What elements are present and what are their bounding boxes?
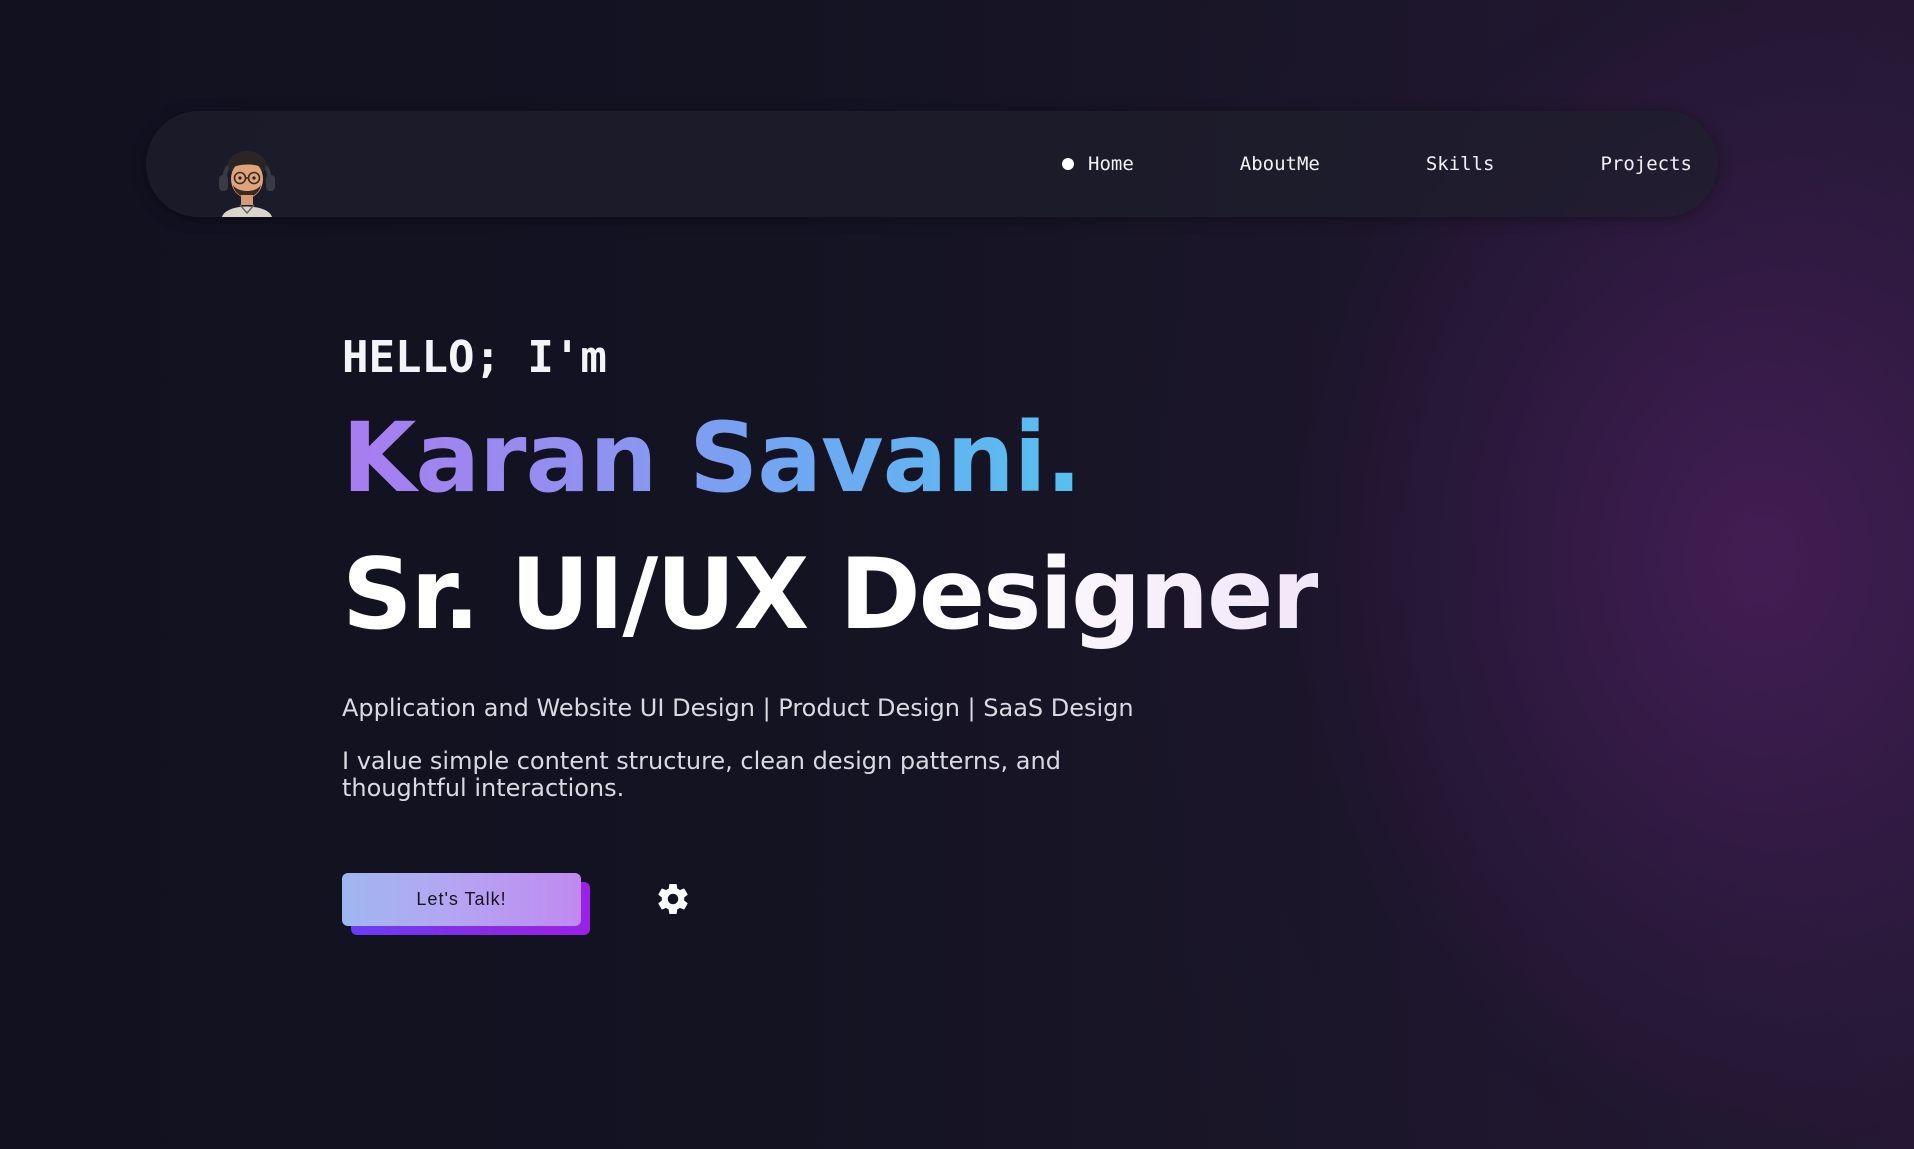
nav-item-skills[interactable]: Skills: [1426, 153, 1495, 175]
nav-item-label: Home: [1088, 153, 1134, 175]
hero-role: Sr. UI/UX Designer: [342, 538, 1320, 652]
nav-item-aboutme[interactable]: AboutMe: [1240, 153, 1320, 175]
hero-greeting: HELLO; I'm: [342, 332, 607, 383]
avatar-memoji-icon[interactable]: [216, 139, 278, 217]
nav-item-label: Skills: [1425, 153, 1495, 175]
hero-name: Karan Savani.: [342, 402, 1082, 514]
cta-group: Let's Talk!: [342, 873, 590, 935]
nav-item-home[interactable]: Home: [1062, 153, 1134, 175]
lets-talk-button[interactable]: Let's Talk!: [342, 873, 581, 926]
hero-tagline: I value simple content structure, clean …: [342, 747, 1061, 802]
nav-item-label: Projects: [1600, 153, 1692, 175]
active-dot-icon: [1062, 158, 1074, 170]
top-navbar: Home AboutMe Skills Projects: [146, 111, 1718, 217]
hero-services: Application and Website UI Design | Prod…: [342, 694, 1134, 722]
nav-item-projects[interactable]: Projects: [1600, 153, 1692, 175]
nav-menu: Home AboutMe Skills Projects: [1062, 111, 1718, 217]
gear-icon[interactable]: [655, 881, 691, 917]
nav-item-label: AboutMe: [1239, 153, 1320, 175]
